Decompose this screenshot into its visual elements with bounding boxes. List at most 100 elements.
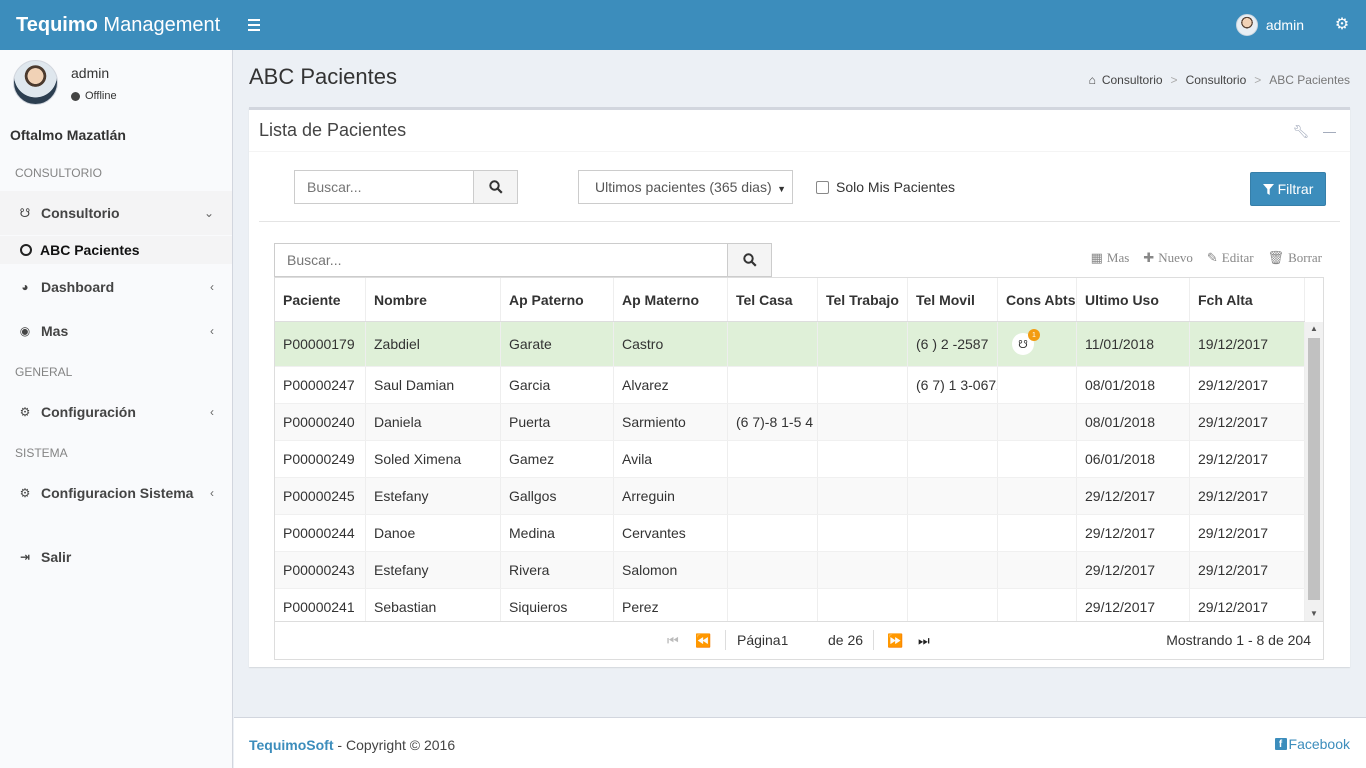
chevron-left-icon: ‹ xyxy=(210,324,214,338)
scroll-thumb[interactable] xyxy=(1308,338,1320,600)
sidebar: admin Offline Oftalmo Mazatlán CONSULTOR… xyxy=(0,50,233,768)
chevron-left-icon: ‹ xyxy=(210,280,214,294)
column-header[interactable]: Tel Trabajo xyxy=(818,278,908,321)
circle-icon xyxy=(20,244,32,256)
table-cell: Danoe xyxy=(366,515,501,551)
org-name: Oftalmo Mazatlán xyxy=(10,127,126,143)
scroll-up-icon[interactable]: ▲ xyxy=(1305,322,1323,336)
table-cell: Estefany xyxy=(366,478,501,514)
breadcrumb-current: ABC Pacientes xyxy=(1269,73,1350,87)
table-row[interactable]: P00000241 Sebastian Siquieros Perez 29/12/20… xyxy=(275,589,1305,621)
table-cell: Salomon xyxy=(614,552,728,588)
table-cell: (6 7) 1 3-0672 xyxy=(908,367,998,403)
plus-icon: ✚ xyxy=(1143,250,1155,265)
column-header[interactable]: Cons Abts xyxy=(998,278,1077,321)
table-cell: Garate xyxy=(501,322,614,366)
grid-search-button[interactable] xyxy=(727,243,772,277)
sidebar-item-dashboard[interactable]: ◕ Dashboard ‹ xyxy=(0,265,232,309)
borrar-button[interactable]: 🗑︎ Borrar xyxy=(1268,250,1322,266)
table-cell: 29/12/2017 xyxy=(1190,552,1305,588)
column-header[interactable]: Tel Movil xyxy=(908,278,998,321)
table-cell xyxy=(998,515,1077,551)
table-cell xyxy=(998,404,1077,440)
table-cell: Estefany xyxy=(366,552,501,588)
next-page-icon[interactable]: ⏩ xyxy=(887,633,903,649)
pager: ⏮ ⏪ Página de 26 ⏩ ⏭ Mostrando 1 - 8 de … xyxy=(275,621,1323,659)
sidebar-item-salir[interactable]: ⇥ Salir xyxy=(0,535,232,579)
nuevo-button[interactable]: ✚ Nuevo xyxy=(1143,250,1193,266)
period-select[interactable]: Ultimos pacientes (365 dias) ▼ xyxy=(578,170,793,204)
table-cell xyxy=(818,441,908,477)
table-row[interactable]: P00000245 Estefany Gallgos Arreguin 29/12/20… xyxy=(275,478,1305,515)
table-row[interactable]: P00000240 Daniela Puerta Sarmiento (6 7)-8 1… xyxy=(275,404,1305,441)
grid-search-input[interactable] xyxy=(274,243,728,277)
user-menu[interactable]: admin xyxy=(1224,0,1316,50)
column-header[interactable]: Ultimo Uso xyxy=(1077,278,1190,321)
page-label: Página xyxy=(737,632,781,648)
patients-box: Lista de Pacientes 🔧︎ — Ultimos paciente… xyxy=(249,107,1350,667)
first-page-icon[interactable]: ⏮ xyxy=(667,633,679,649)
filter-button[interactable]: Filtrar xyxy=(1250,172,1326,206)
breadcrumb-item[interactable]: Consultorio xyxy=(1102,73,1163,87)
mas-button[interactable]: ▦ Mas xyxy=(1091,250,1130,266)
filter-search-input[interactable] xyxy=(294,170,474,204)
table-cell: 08/01/2018 xyxy=(1077,367,1190,403)
home-icon: ⌂ xyxy=(1088,73,1096,87)
table-row[interactable]: P00000244 Danoe Medina Cervantes 29/12/2017 2… xyxy=(275,515,1305,552)
sidebar-item-configuracion-sistema[interactable]: ⚙ Configuracion Sistema ‹ xyxy=(0,471,232,515)
solo-mis-pacientes-checkbox[interactable]: Solo Mis Pacientes xyxy=(816,179,955,195)
sidebar-item-abc-pacientes[interactable]: ABC Pacientes xyxy=(0,236,232,264)
scroll-down-icon[interactable]: ▼ xyxy=(1305,607,1323,621)
editar-button[interactable]: ✎ Editar xyxy=(1207,250,1254,266)
filter-search-button[interactable] xyxy=(473,170,518,204)
table-cell: Siquieros xyxy=(501,589,614,621)
table-cell: 06/01/2018 xyxy=(1077,441,1190,477)
table-cell[interactable]: ☋ 1 xyxy=(998,322,1077,366)
grid-scrollbar[interactable]: ▲ ▼ xyxy=(1305,322,1323,621)
page-input[interactable] xyxy=(781,630,821,650)
table-cell xyxy=(728,367,818,403)
column-header[interactable]: Nombre xyxy=(366,278,501,321)
sidebar-item-configuracion[interactable]: ⚙ Configuración ‹ xyxy=(0,390,232,434)
table-cell xyxy=(908,404,998,440)
table-cell: P00000247 xyxy=(275,367,366,403)
table-cell: Soled Ximena xyxy=(366,441,501,477)
wrench-icon[interactable]: 🔧︎ xyxy=(1292,124,1309,140)
app-logo[interactable]: Tequimo Management xyxy=(0,0,233,50)
table-cell: 08/01/2018 xyxy=(1077,404,1190,440)
column-header[interactable]: Paciente xyxy=(275,278,366,321)
minimize-icon[interactable]: — xyxy=(1323,124,1336,140)
table-cell xyxy=(998,552,1077,588)
table-row[interactable]: P00000243 Estefany Rivera Salomon 29/12/2017… xyxy=(275,552,1305,589)
table-cell: 29/12/2017 xyxy=(1190,478,1305,514)
checkbox[interactable] xyxy=(816,180,829,194)
sidebar-item-consultorio[interactable]: ☋ Consultorio ⌄ xyxy=(0,191,232,235)
facebook-link[interactable]: f Facebook xyxy=(1274,736,1350,752)
table-cell: Zabdiel xyxy=(366,322,501,366)
sidebar-toggle-icon[interactable] xyxy=(246,15,262,35)
breadcrumb-item[interactable]: Consultorio xyxy=(1186,73,1247,87)
table-cell: 29/12/2017 xyxy=(1077,515,1190,551)
last-page-icon[interactable]: ⏭ xyxy=(918,633,930,649)
table-row[interactable]: P00000179 Zabdiel Garate Castro (6 ) 2 -2587… xyxy=(275,322,1305,367)
table-cell xyxy=(818,478,908,514)
table-cell xyxy=(728,589,818,621)
prev-page-icon[interactable]: ⏪ xyxy=(695,633,711,649)
eye-icon: ◉ xyxy=(19,324,31,338)
footer-brand-link[interactable]: TequimoSoft xyxy=(249,737,334,753)
table-cell xyxy=(728,322,818,366)
breadcrumb: ⌂ Consultorio > Consultorio > ABC Pacien… xyxy=(1088,73,1350,87)
sidebar-item-mas[interactable]: ◉ Mas ‹ xyxy=(0,309,232,353)
table-row[interactable]: P00000249 Soled Ximena Gamez Avila 06/01/201… xyxy=(275,441,1305,478)
column-header[interactable]: Fch Alta xyxy=(1190,278,1305,321)
stethoscope-icon[interactable]: ☋ 1 xyxy=(1012,329,1040,355)
table-cell xyxy=(998,478,1077,514)
records-info: Mostrando 1 - 8 de 204 xyxy=(1166,632,1311,648)
column-header[interactable]: Tel Casa xyxy=(728,278,818,321)
column-header[interactable]: Ap Paterno xyxy=(501,278,614,321)
column-header[interactable]: Ap Materno xyxy=(614,278,728,321)
gears-icon[interactable]: ⚙ xyxy=(1332,15,1352,35)
table-cell: 29/12/2017 xyxy=(1077,589,1190,621)
table-cell xyxy=(818,404,908,440)
table-row[interactable]: P00000247 Saul Damian Garcia Alvarez (6 7) 1… xyxy=(275,367,1305,404)
